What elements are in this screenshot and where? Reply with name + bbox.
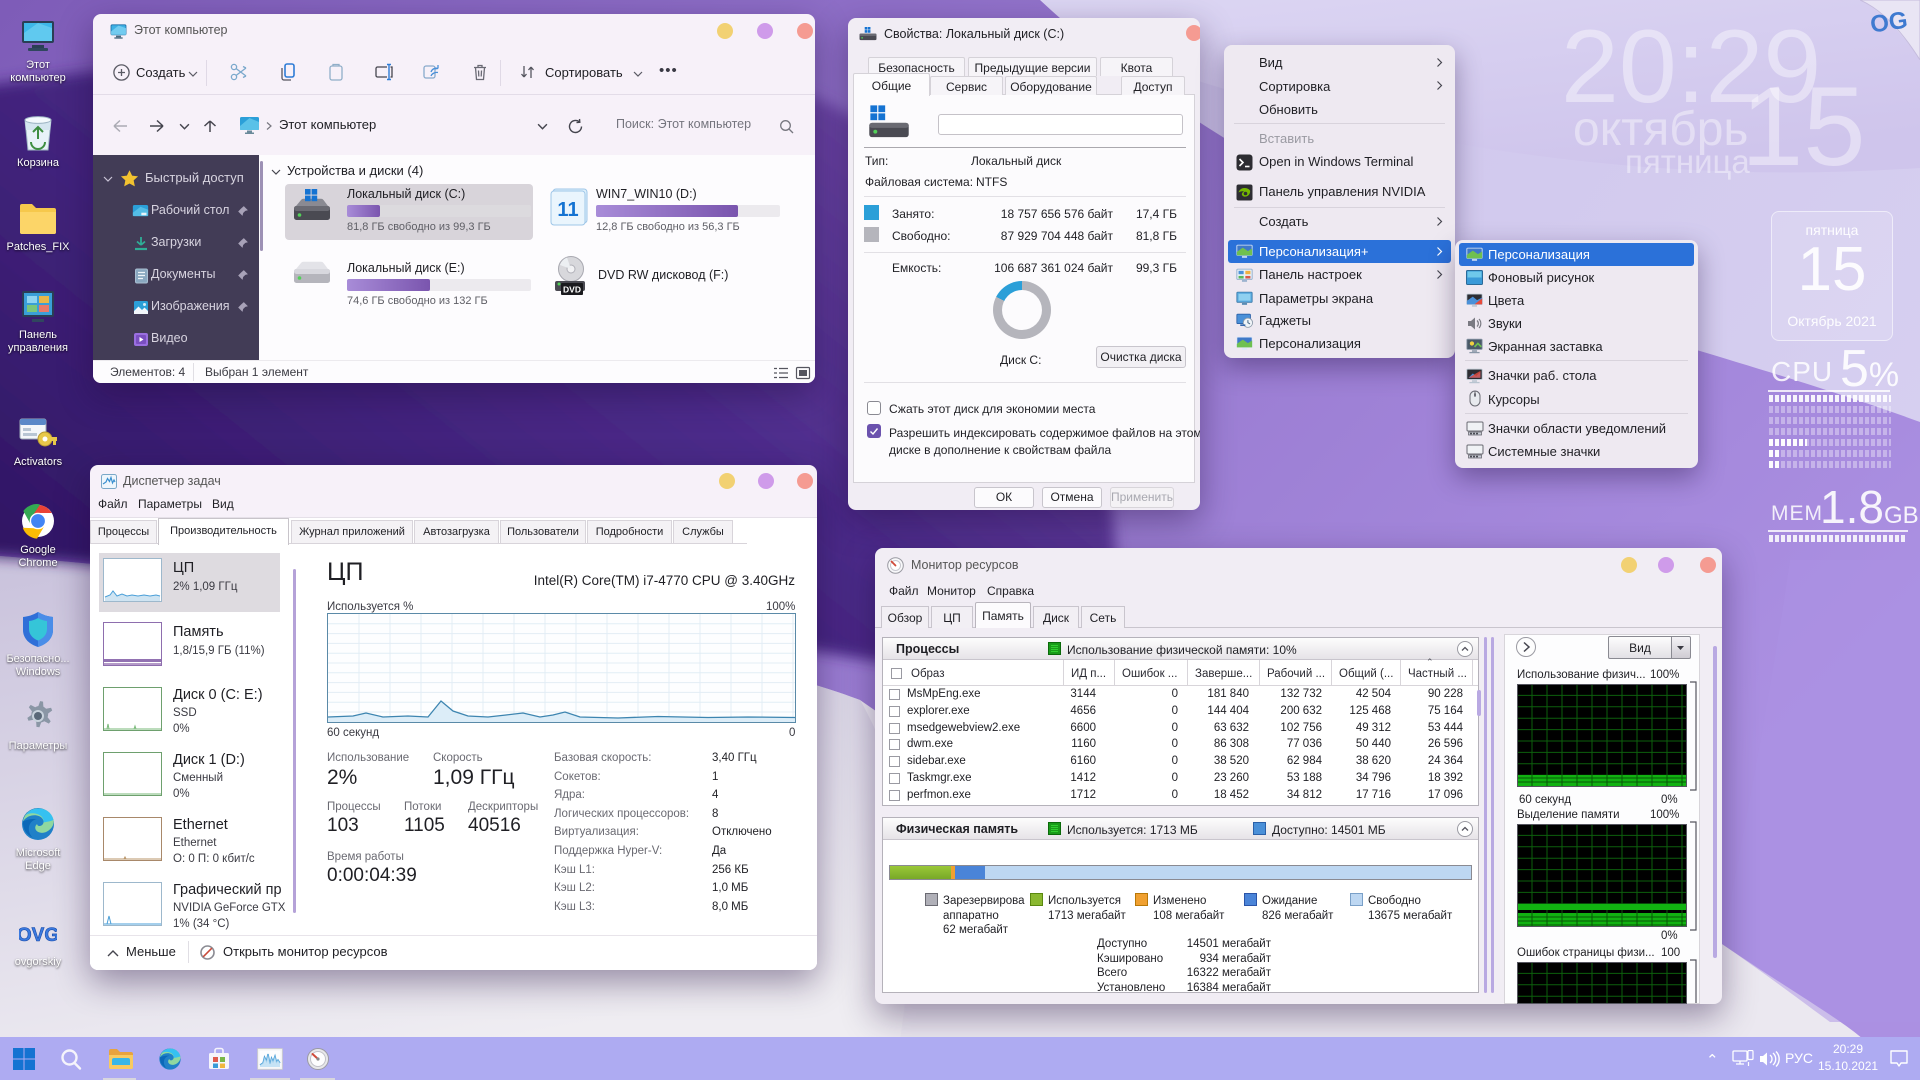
svg-text:11: 11	[557, 199, 578, 221]
svg-text:OVG: OVG	[19, 925, 57, 946]
svg-text:DVD: DVD	[563, 285, 581, 295]
svg-text:OG: OG	[1869, 7, 1910, 39]
